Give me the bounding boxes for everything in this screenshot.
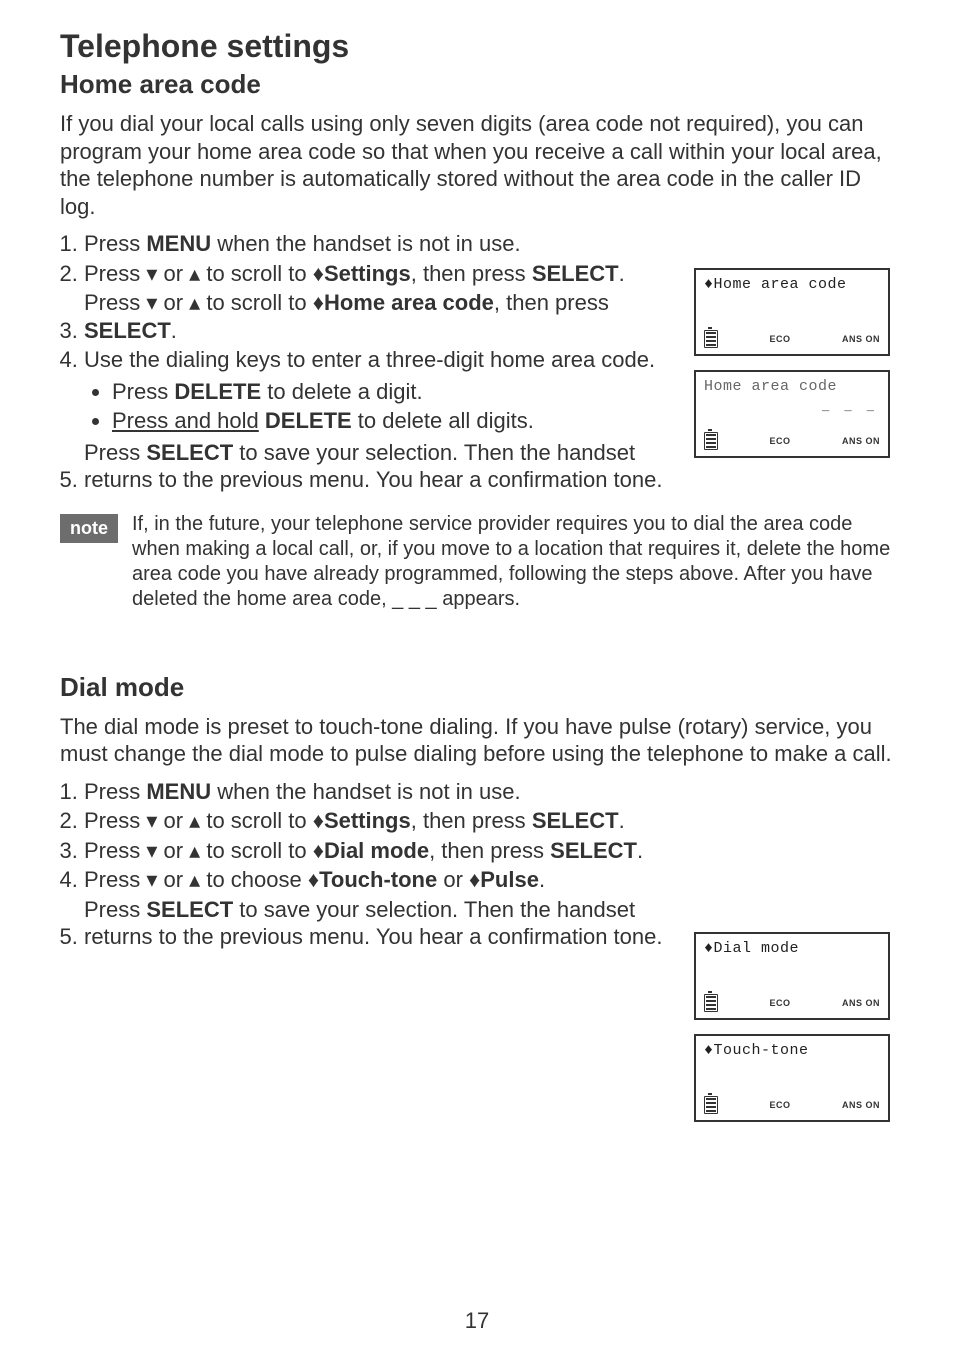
eco-icon: ECO bbox=[769, 1100, 790, 1110]
select-key: SELECT bbox=[146, 897, 233, 922]
diamond-icon: ♦ bbox=[313, 807, 324, 835]
home-area-code-label: Home area code bbox=[324, 290, 494, 315]
page-title: Telephone settings bbox=[60, 28, 894, 65]
select-key: SELECT bbox=[84, 318, 171, 343]
battery-icon bbox=[704, 432, 718, 450]
step-text: . bbox=[619, 261, 625, 286]
lcd-text: Home area code bbox=[714, 276, 847, 293]
eco-icon: ECO bbox=[769, 998, 790, 1008]
step-text: Press bbox=[84, 897, 146, 922]
step-1: Press MENU when the handset is not in us… bbox=[84, 230, 894, 258]
dial-mode-label: Dial mode bbox=[324, 838, 429, 863]
dial-mode-heading: Dial mode bbox=[60, 672, 894, 703]
step-text: Press bbox=[112, 379, 174, 404]
step-text: . bbox=[539, 867, 545, 892]
lcd-group-dial-mode: ♦Dial mode ECO ANS ON ♦Touch-tone ECO AN… bbox=[694, 932, 894, 1136]
lcd-text: Touch-tone bbox=[714, 1042, 809, 1059]
note-text: If, in the future, your telephone servic… bbox=[132, 512, 894, 612]
home-area-code-intro: If you dial your local calls using only … bbox=[60, 110, 894, 220]
lcd-group-home-area: ♦Home area code ECO ANS ON Home area cod… bbox=[694, 268, 894, 472]
step-text: Press bbox=[84, 779, 146, 804]
touch-tone-label: Touch-tone bbox=[319, 867, 437, 892]
diamond-icon: ♦ bbox=[313, 260, 324, 288]
step-text: , then press bbox=[429, 838, 550, 863]
menu-key: MENU bbox=[146, 231, 211, 256]
dm-step-2: Press ▾ or ▴ to scroll to ♦Settings, the… bbox=[84, 807, 894, 835]
lcd-home-area-input: Home area code _ _ _ ECO ANS ON bbox=[694, 370, 890, 458]
select-key: SELECT bbox=[146, 440, 233, 465]
step-text: . bbox=[171, 318, 177, 343]
lcd-text: Home area code bbox=[704, 378, 837, 395]
diamond-icon: ♦ bbox=[313, 289, 324, 317]
updown-icon: ♦ bbox=[704, 1042, 714, 1059]
select-key: SELECT bbox=[532, 808, 619, 833]
lcd-touch-tone: ♦Touch-tone ECO ANS ON bbox=[694, 1034, 890, 1122]
updown-icon: ♦ bbox=[704, 940, 714, 957]
battery-icon bbox=[704, 994, 718, 1012]
step-text: Press ▾ or ▴ to scroll to bbox=[84, 261, 313, 286]
lcd-home-area-menu: ♦Home area code ECO ANS ON bbox=[694, 268, 890, 356]
ans-on-icon: ANS ON bbox=[842, 998, 880, 1008]
select-key: SELECT bbox=[532, 261, 619, 286]
step-text: or bbox=[437, 867, 469, 892]
diamond-icon: ♦ bbox=[469, 866, 480, 894]
ans-on-icon: ANS ON bbox=[842, 1100, 880, 1110]
delete-key: DELETE bbox=[265, 408, 352, 433]
ans-on-icon: ANS ON bbox=[842, 334, 880, 344]
step-text: . bbox=[637, 838, 643, 863]
lcd-dial-mode-menu: ♦Dial mode ECO ANS ON bbox=[694, 932, 890, 1020]
step-text: Press ▾ or ▴ to scroll to bbox=[84, 838, 313, 863]
dial-mode-steps: Press MENU when the handset is not in us… bbox=[60, 778, 894, 951]
ans-on-icon: ANS ON bbox=[842, 436, 880, 446]
eco-icon: ECO bbox=[769, 334, 790, 344]
dm-step-1: Press MENU when the handset is not in us… bbox=[84, 778, 894, 806]
battery-icon bbox=[704, 1096, 718, 1114]
diamond-icon: ♦ bbox=[308, 866, 319, 894]
step-text: Press bbox=[84, 231, 146, 256]
home-area-code-heading: Home area code bbox=[60, 69, 894, 100]
step-text: , then press bbox=[411, 261, 532, 286]
step-text: Press bbox=[84, 440, 146, 465]
lcd-input-dashes: _ _ _ bbox=[822, 400, 878, 414]
eco-icon: ECO bbox=[769, 436, 790, 446]
page-number: 17 bbox=[0, 1308, 954, 1334]
step-text: . bbox=[619, 808, 625, 833]
dial-mode-intro: The dial mode is preset to touch-tone di… bbox=[60, 713, 894, 768]
settings-label: Settings bbox=[324, 261, 411, 286]
menu-key: MENU bbox=[146, 779, 211, 804]
dm-step-3: Press ▾ or ▴ to scroll to ♦Dial mode, th… bbox=[84, 837, 894, 865]
step-text: Press ▾ or ▴ to scroll to bbox=[84, 290, 313, 315]
step-text: Use the dialing keys to enter a three-di… bbox=[84, 347, 655, 372]
press-hold: Press and hold bbox=[112, 408, 259, 433]
dm-step-4: Press ▾ or ▴ to choose ♦Touch-tone or ♦P… bbox=[84, 866, 894, 894]
step-text: , then press bbox=[494, 290, 609, 315]
settings-label: Settings bbox=[324, 808, 411, 833]
updown-icon: ♦ bbox=[704, 276, 714, 293]
delete-key: DELETE bbox=[174, 379, 261, 404]
step-text: when the handset is not in use. bbox=[211, 779, 520, 804]
step-text: to delete all digits. bbox=[352, 408, 534, 433]
battery-icon bbox=[704, 330, 718, 348]
pulse-label: Pulse bbox=[480, 867, 539, 892]
step-text: , then press bbox=[411, 808, 532, 833]
step-text: Press ▾ or ▴ to scroll to bbox=[84, 808, 313, 833]
step-text: Press ▾ or ▴ to choose bbox=[84, 867, 308, 892]
step-text: to delete a digit. bbox=[261, 379, 422, 404]
diamond-icon: ♦ bbox=[313, 837, 324, 865]
note-label: note bbox=[60, 514, 118, 543]
select-key: SELECT bbox=[550, 838, 637, 863]
lcd-text: Dial mode bbox=[714, 940, 800, 957]
step-text: when the handset is not in use. bbox=[211, 231, 520, 256]
